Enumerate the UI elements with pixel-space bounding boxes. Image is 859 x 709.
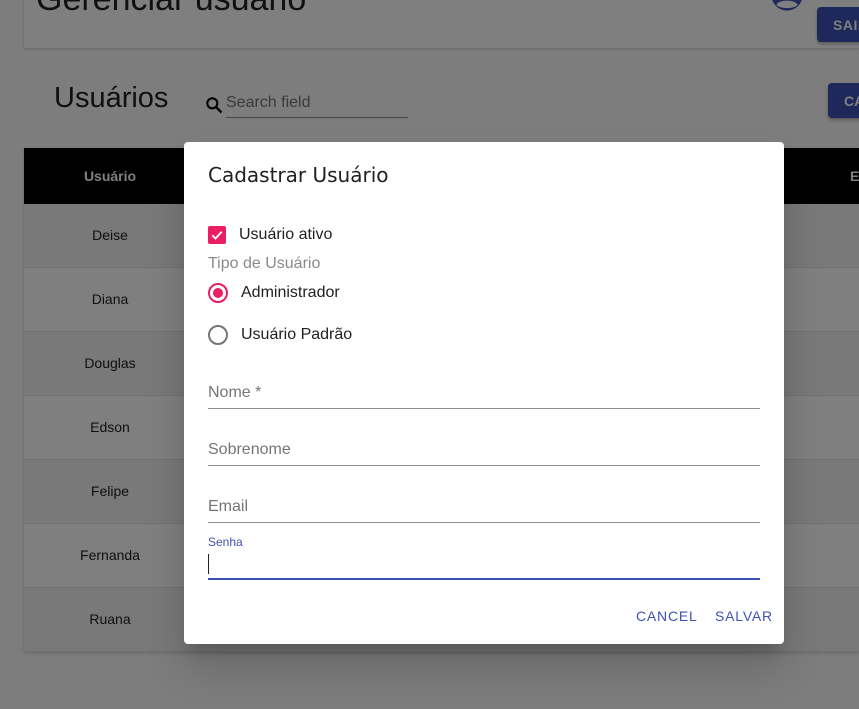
senha-field[interactable] [208,550,760,580]
email-field[interactable]: Email [208,494,760,523]
sobrenome-field[interactable]: Sobrenome [208,437,760,466]
sobrenome-label: Sobrenome [208,441,291,458]
text-cursor [208,554,209,574]
nome-field[interactable]: Nome * [208,380,760,409]
dialog-title: Cadastrar Usuário [208,163,389,187]
nome-label: Nome * [208,384,262,401]
radio-button-administrador[interactable] [208,283,228,303]
user-type-label: Tipo de Usuário [208,255,321,272]
active-user-label: Usuário ativo [239,226,333,243]
check-icon [211,231,223,240]
radio-button-usuario-padrao[interactable] [208,325,228,345]
cancel-button[interactable]: CANCEL [636,604,698,628]
create-user-dialog: Cadastrar Usuário Usuário ativo Tipo de … [184,142,784,644]
radio-option-usuario-padrao[interactable]: Usuário Padrão [208,325,352,345]
active-user-checkbox[interactable] [208,226,226,244]
active-user-checkbox-row[interactable]: Usuário ativo [208,225,332,245]
radio-label-administrador: Administrador [241,284,340,301]
radio-option-administrador[interactable]: Administrador [208,283,340,303]
save-button[interactable]: SALVAR [715,604,773,628]
email-label: Email [208,498,249,515]
radio-label-usuario-padrao: Usuário Padrão [241,326,353,343]
senha-label: Senha [208,535,243,549]
page: Gerenciar usuário SAIR Usuários CADASTRA… [0,0,859,709]
